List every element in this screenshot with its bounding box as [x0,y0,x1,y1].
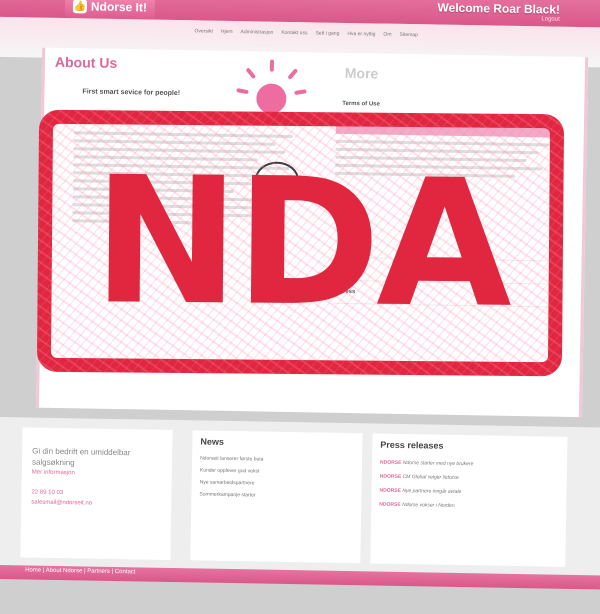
news-item[interactable]: Sommerkampanje starter [191,488,361,503]
nav-link[interactable]: Om [383,32,391,38]
contact-box: Gi din bedrift en umiddelbar salgsøkning… [20,427,173,560]
nav-link[interactable]: Hva er nyttig [347,31,375,37]
logo-text: Ndorse It! [90,0,148,15]
nda-stamp: NDA [36,109,565,377]
logout-link[interactable]: Logout [541,16,559,22]
nav-link[interactable]: Hjem [221,29,233,35]
news-box: News Ndorseit lanserer første beta Kunde… [190,430,363,564]
nav-link[interactable]: Kontakt oss [281,30,307,36]
press-box: Press releases NDORSE Ndorse starter med… [370,433,568,567]
email-link[interactable]: salesmail@ndorseit.no [21,497,171,510]
about-subtitle: First smart sevice for people! [82,88,181,98]
welcome-text: Welcome Roar Black! [437,0,561,17]
nda-stamp-text: NDA [92,139,509,347]
nav-link[interactable]: Administrasjon [240,29,273,36]
press-item[interactable]: NDORSE Ndorse vokser i Norden [371,497,566,514]
thumbs-up-icon: 👍 [72,0,88,14]
nav-link[interactable]: Oversikt [194,28,212,34]
more-title: More [344,64,379,82]
logo[interactable]: 👍 Ndorse It! [64,0,156,20]
nav-link[interactable]: Sitemap [399,32,417,38]
news-title: News [200,436,224,447]
nav-link[interactable]: Sett i gang [315,30,339,36]
contact-title: Gi din bedrift en umiddelbar salgsøkning [31,446,131,468]
about-title: About Us [54,53,118,71]
